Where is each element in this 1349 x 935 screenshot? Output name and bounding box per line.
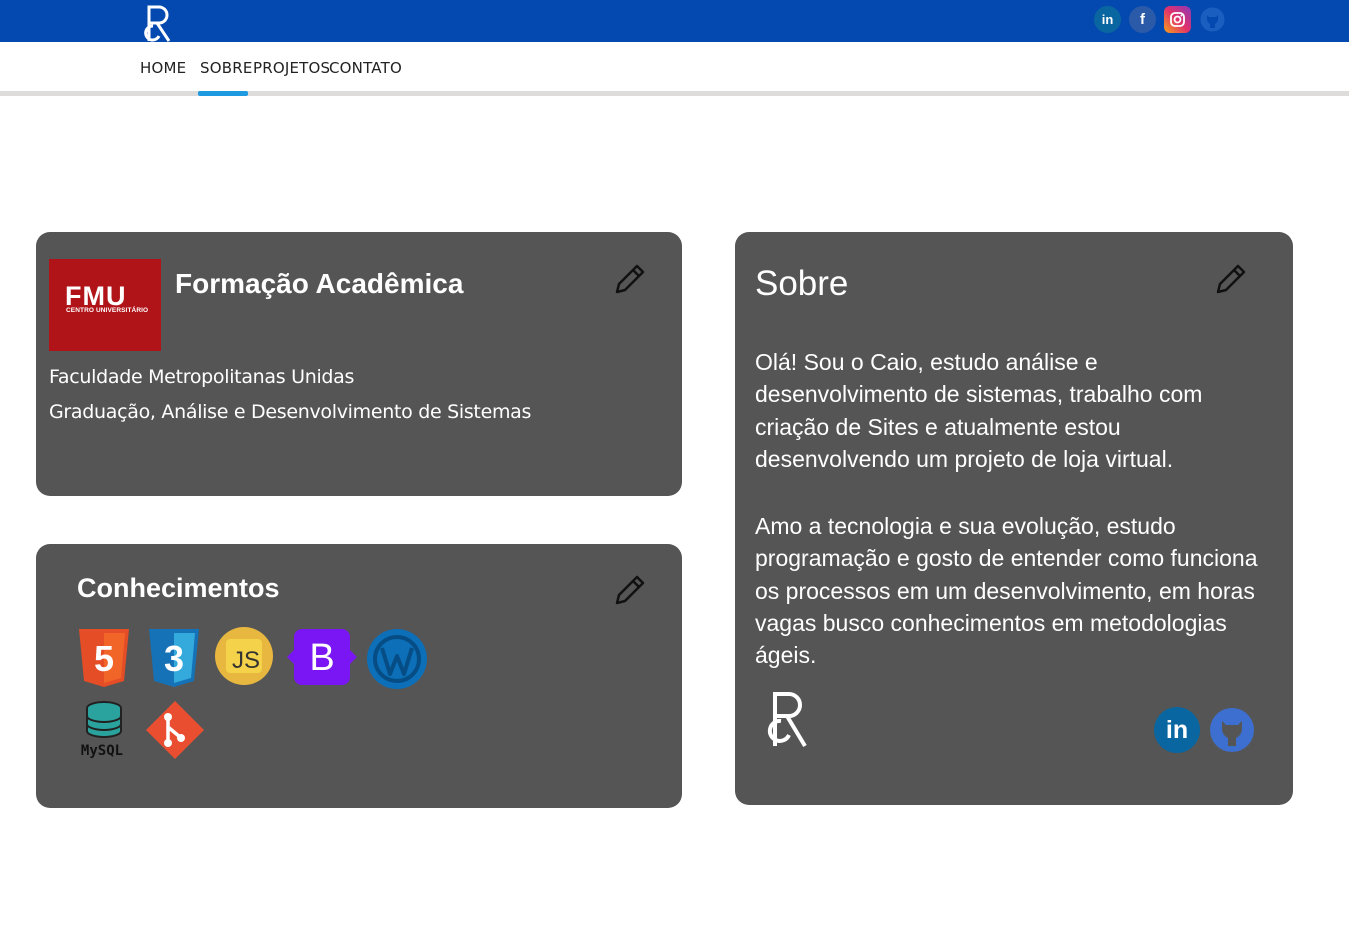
svg-text:5: 5 <box>94 638 114 679</box>
conhecimentos-card: Conhecimentos 5 3 JS B MySQL <box>36 544 682 808</box>
html5-icon: 5 <box>79 629 129 687</box>
facebook-icon[interactable]: f <box>1129 6 1156 33</box>
formacao-title: Formação Acadêmica <box>175 268 464 299</box>
top-bar: in f <box>0 0 1349 42</box>
github-icon[interactable] <box>1209 707 1255 753</box>
svg-text:JS: JS <box>232 647 260 674</box>
git-icon <box>146 701 204 759</box>
github-icon[interactable] <box>1199 6 1226 33</box>
mysql-icon: MySQL <box>81 701 123 759</box>
course-text: Graduação, Análise e Desenvolvimento de … <box>49 401 532 423</box>
fmu-logo-subtext: CENTRO UNIVERSITÁRIO <box>66 307 149 314</box>
nav-home[interactable]: HOME <box>140 59 200 77</box>
edit-pencil-icon[interactable] <box>1213 261 1249 297</box>
rc-logo-icon <box>767 692 807 748</box>
css3-icon: 3 <box>149 629 199 687</box>
nav-projetos[interactable]: PROJETOS <box>253 59 330 77</box>
wordpress-icon <box>367 629 427 689</box>
sobre-title: Sobre <box>755 264 849 303</box>
rc-logo-icon[interactable] <box>140 4 176 42</box>
linkedin-icon[interactable]: in <box>1094 6 1121 33</box>
nav-items: HOME SOBRE PROJETOS CONTATO <box>140 59 402 77</box>
nav-active-indicator <box>198 91 248 96</box>
social-links-header: in f <box>1094 6 1226 33</box>
sobre-paragraph-2: Amo a tecnologia e sua evolução, estudo … <box>755 513 1258 669</box>
instagram-icon[interactable] <box>1164 6 1191 33</box>
nav-sobre[interactable]: SOBRE <box>200 59 253 77</box>
javascript-icon: JS <box>215 627 273 685</box>
institution-text: Faculdade Metropolitanas Unidas <box>49 366 355 388</box>
fmu-logo: FMU CENTRO UNIVERSITÁRIO <box>49 259 161 351</box>
bootstrap-icon: B <box>287 629 357 685</box>
svg-text:3: 3 <box>164 638 184 679</box>
edit-pencil-icon[interactable] <box>612 261 648 297</box>
svg-text:MySQL: MySQL <box>81 743 123 759</box>
conhecimentos-title: Conhecimentos <box>77 573 280 603</box>
linkedin-icon[interactable]: in <box>1154 707 1200 753</box>
sobre-paragraph-1: Olá! Sou o Caio, estudo análise e desenv… <box>755 349 1203 472</box>
nav-contato[interactable]: CONTATO <box>329 59 402 77</box>
formacao-card: FMU CENTRO UNIVERSITÁRIO Formação Acadêm… <box>36 232 682 496</box>
sobre-card: Sobre Olá! Sou o Caio, estudo análise e … <box>735 232 1293 805</box>
edit-pencil-icon[interactable] <box>612 572 648 608</box>
svg-text:B: B <box>309 637 334 679</box>
